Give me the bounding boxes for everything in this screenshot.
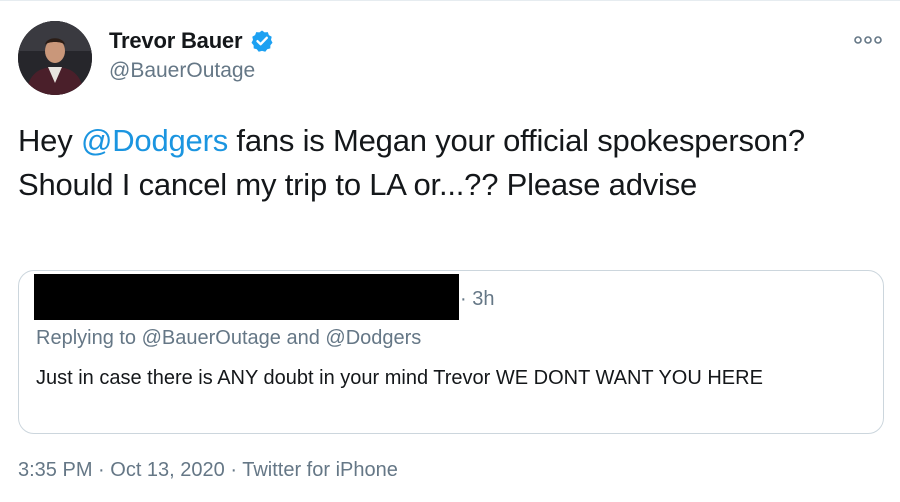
replying-and: and	[280, 327, 326, 349]
author-name-row: Trevor Bauer	[109, 28, 274, 54]
avatar[interactable]	[18, 21, 92, 95]
more-dots-icon[interactable]	[854, 33, 882, 47]
redacted-author-block	[34, 274, 459, 320]
display-name[interactable]: Trevor Bauer	[109, 28, 243, 54]
tweet-meta: 3:35 PM · Oct 13, 2020 · Twitter for iPh…	[18, 459, 398, 482]
quoted-tweet[interactable]: · 3h Replying to @BauerOutage and @Dodge…	[18, 270, 884, 434]
replying-handle-1[interactable]: @BauerOutage	[142, 327, 281, 349]
tweet-card: Trevor Bauer @BauerOutage Hey @Dodgers f…	[0, 0, 900, 502]
tweet-date[interactable]: Oct 13, 2020	[110, 459, 225, 481]
tweet-text-prefix: Hey	[18, 123, 81, 158]
author-handle[interactable]: @BauerOutage	[109, 59, 255, 83]
tweet-text: Hey @Dodgers fans is Megan your official…	[18, 119, 838, 207]
meta-separator: ·	[92, 459, 111, 481]
replying-handle-2[interactable]: @Dodgers	[325, 327, 421, 349]
tweet-source[interactable]: Twitter for iPhone	[242, 459, 398, 481]
meta-separator: ·	[224, 459, 243, 481]
verified-badge-icon	[250, 29, 274, 53]
replying-to-line: Replying to @BauerOutage and @Dodgers	[36, 327, 421, 350]
tweet-time[interactable]: 3:35 PM	[18, 459, 92, 481]
quoted-tweet-body: Just in case there is ANY doubt in your …	[36, 367, 763, 389]
quoted-tweet-time: · 3h	[460, 288, 495, 310]
mention-link[interactable]: @Dodgers	[81, 123, 228, 158]
avatar-photo	[18, 21, 92, 95]
replying-prefix: Replying to	[36, 327, 142, 349]
